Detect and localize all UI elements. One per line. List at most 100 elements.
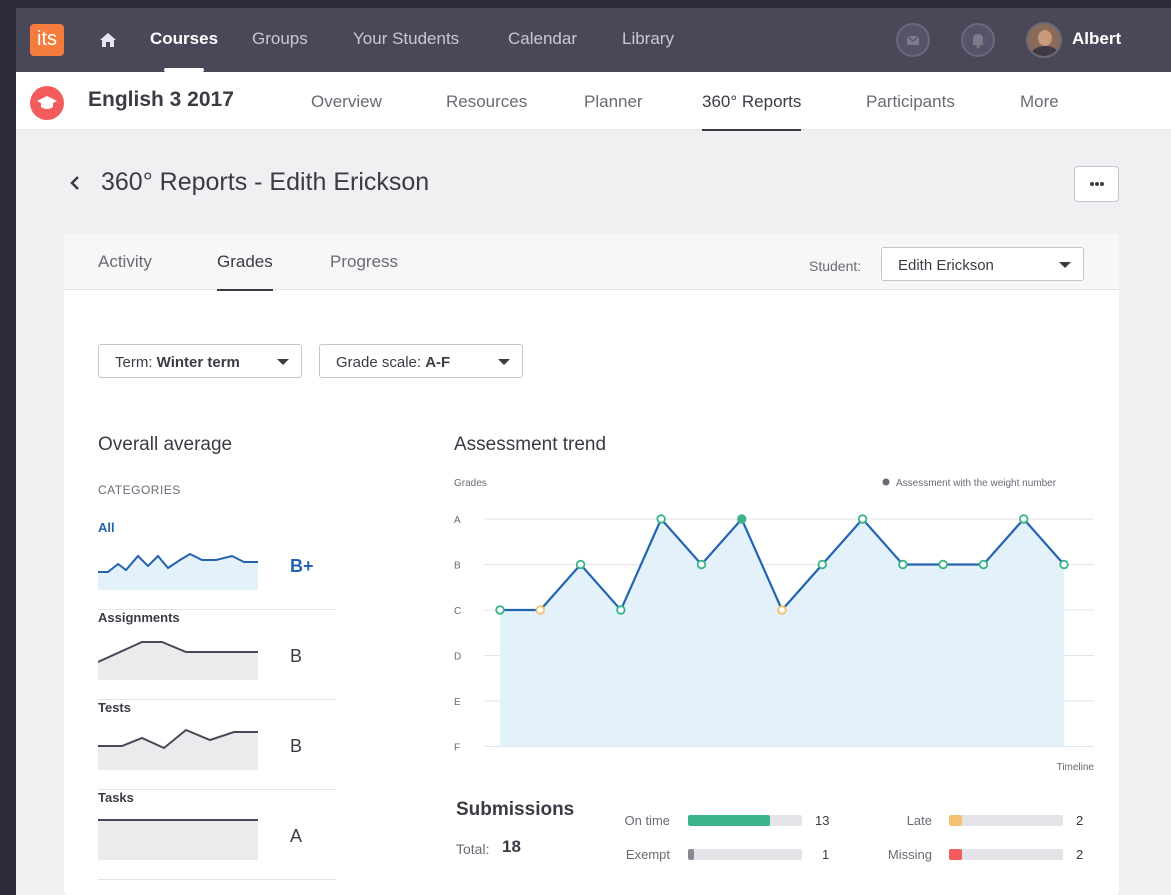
y-tick-label: B — [454, 561, 461, 572]
trend-area — [500, 519, 1064, 747]
tab-grades[interactable]: Grades — [217, 252, 273, 291]
grade-scale-value: A-F — [425, 354, 451, 371]
dot — [1100, 182, 1104, 186]
missing-label: Missing — [887, 847, 932, 862]
nav-your-students[interactable]: Your Students — [353, 28, 459, 50]
exempt-count: 1 — [822, 847, 830, 862]
chevron-down-icon — [1059, 262, 1071, 268]
category-grade: A — [290, 826, 303, 846]
user-name[interactable]: Albert — [1072, 29, 1121, 49]
sparkline-tests — [98, 728, 258, 770]
category-name: Tasks — [98, 790, 134, 805]
y-tick-label: D — [454, 652, 461, 663]
term-select[interactable]: Term: Winter term — [98, 344, 302, 378]
on-time-count: 13 — [815, 813, 830, 828]
overall-average-title: Overall average — [98, 434, 233, 455]
tab-resources[interactable]: Resources — [446, 92, 527, 112]
exempt-bar — [688, 849, 802, 860]
student-value: Edith Erickson — [898, 257, 994, 274]
course-title[interactable]: English 3 2017 — [88, 88, 234, 112]
category-name: Tests — [98, 700, 131, 715]
messages-button[interactable] — [896, 23, 930, 57]
exempt-label: Exempt — [625, 847, 670, 862]
nav-library[interactable]: Library — [622, 28, 674, 50]
grade-scale-select[interactable]: Grade scale: A-F — [319, 344, 523, 378]
nav-courses[interactable]: Courses — [150, 28, 218, 72]
tab-more[interactable]: More — [1020, 92, 1059, 112]
report-tabs: Activity Grades Progress Student: Edith … — [64, 234, 1119, 291]
sparkline-tasks — [98, 819, 258, 860]
term-value: Winter term — [156, 354, 240, 371]
tab-participants[interactable]: Participants — [866, 92, 955, 112]
late-label: Late — [906, 813, 932, 828]
category-all[interactable]: All B+ — [98, 520, 336, 610]
trend-point — [535, 605, 545, 615]
late-bar — [949, 815, 1063, 826]
app-logo[interactable]: its — [30, 24, 64, 56]
late-fill — [949, 815, 962, 826]
y-axis-label: Grades — [454, 478, 487, 489]
trend-point — [737, 514, 747, 524]
category-grade: B — [290, 736, 303, 756]
category-name: All — [98, 520, 115, 535]
late-count: 2 — [1076, 813, 1084, 828]
page-title: 360° Reports - Edith Erickson — [101, 168, 430, 196]
more-options-button[interactable] — [1074, 166, 1119, 202]
category-tasks[interactable]: Tasks A — [98, 790, 336, 880]
sparkline-assignments — [98, 641, 258, 680]
category-assignments[interactable]: Assignments B — [98, 610, 336, 700]
dot — [1090, 182, 1094, 186]
y-tick-label: F — [454, 743, 460, 754]
tab-360-reports[interactable]: 360° Reports — [702, 92, 802, 131]
submissions-title: Submissions — [456, 799, 575, 820]
exempt-fill — [688, 849, 694, 860]
user-avatar[interactable] — [1026, 22, 1062, 58]
trend-point — [1019, 514, 1029, 524]
trend-point — [616, 605, 626, 615]
trend-point — [1059, 559, 1069, 570]
on-time-bar — [688, 815, 802, 826]
notifications-button[interactable] — [961, 23, 995, 57]
term-label: Term: — [115, 354, 153, 371]
mail-icon — [906, 35, 920, 45]
tab-progress[interactable]: Progress — [330, 252, 398, 272]
tab-activity[interactable]: Activity — [98, 252, 152, 272]
home-icon[interactable] — [96, 28, 120, 52]
category-grade: B — [290, 646, 303, 666]
app-frame: its Courses Groups Your Students Calenda… — [16, 8, 1171, 895]
missing-fill — [949, 849, 962, 860]
chevron-down-icon — [277, 359, 289, 365]
submissions-total-label: Total: — [456, 841, 490, 857]
trend-point — [656, 514, 666, 524]
tab-planner[interactable]: Planner — [584, 92, 643, 112]
avatar-head — [1038, 30, 1052, 46]
y-tick-label: C — [454, 606, 461, 617]
trend-point — [817, 559, 827, 570]
chevron-down-icon — [498, 359, 510, 365]
trend-point — [938, 559, 948, 570]
tab-overview[interactable]: Overview — [311, 92, 382, 112]
bell-icon — [972, 34, 984, 49]
nav-calendar[interactable]: Calendar — [508, 28, 577, 50]
student-select[interactable]: Edith Erickson — [881, 247, 1084, 281]
report-card: Activity Grades Progress Student: Edith … — [64, 234, 1119, 895]
y-tick-label: E — [454, 697, 461, 708]
category-name: Assignments — [98, 610, 180, 625]
sparkline-all — [98, 552, 258, 590]
top-navbar: its Courses Groups Your Students Calenda… — [16, 8, 1171, 72]
assessment-trend-title: Assessment trend — [454, 434, 607, 455]
avatar-body — [1031, 46, 1059, 56]
grade-scale-label: Grade scale: — [336, 354, 422, 371]
category-tests[interactable]: Tests B — [98, 700, 336, 790]
submissions-total-value: 18 — [502, 837, 521, 856]
trend-point — [575, 559, 586, 570]
nav-groups[interactable]: Groups — [252, 28, 308, 50]
on-time-label: On time — [624, 813, 670, 828]
y-tick-label: A — [454, 515, 461, 526]
trend-point — [857, 514, 868, 524]
course-icon — [30, 86, 64, 120]
on-time-fill — [688, 815, 771, 826]
back-chevron-icon[interactable] — [68, 174, 82, 192]
assessment-trend-chart: Grades Assessment with the weight number A… — [454, 478, 1094, 773]
trend-point — [777, 605, 787, 615]
